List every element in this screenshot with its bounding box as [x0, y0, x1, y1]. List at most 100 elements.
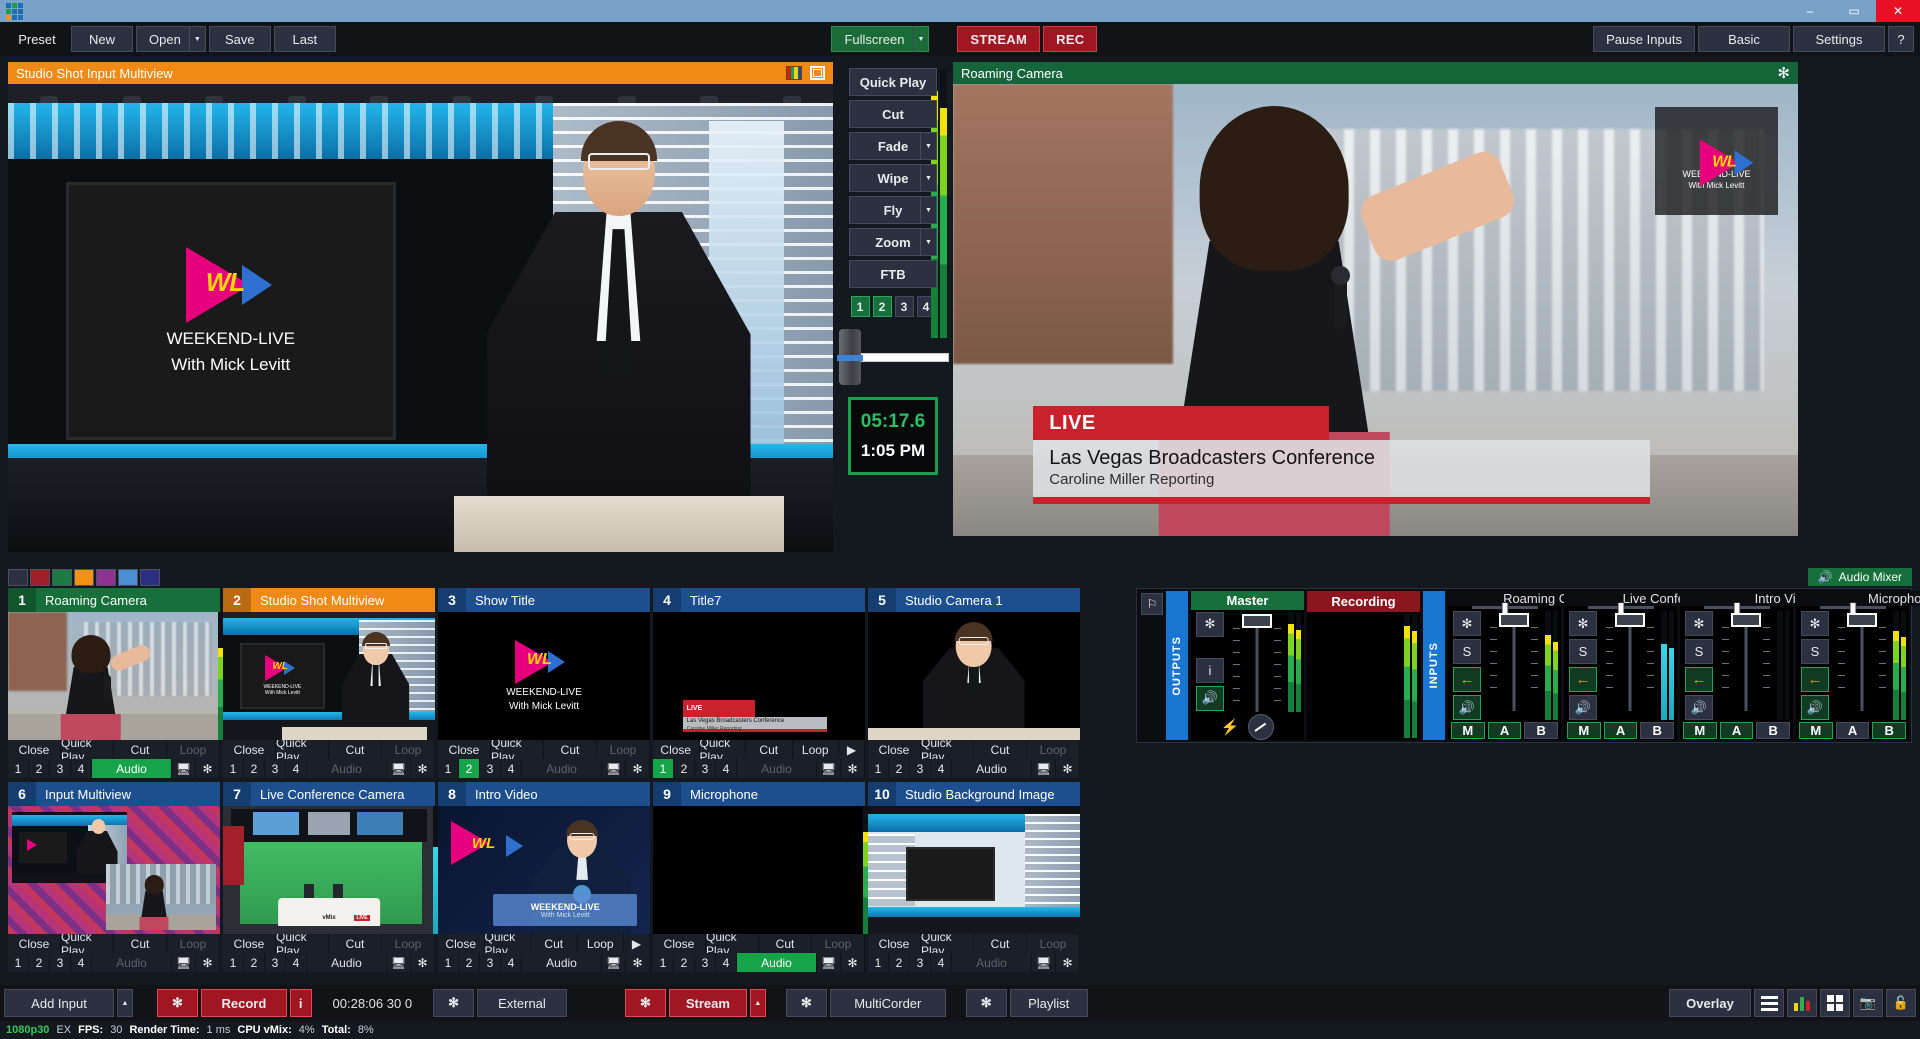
input-close-button[interactable]: Close	[868, 740, 921, 759]
swatch-purple[interactable]	[96, 568, 116, 586]
picture-in-picture[interactable]: WL WEEKEND-LIVE With Mick Levitt	[1655, 106, 1778, 216]
input-slot-1[interactable]: 1	[438, 759, 459, 778]
input-audio-button[interactable]: Audio	[92, 953, 172, 972]
new-button[interactable]: New	[71, 26, 133, 52]
input-8[interactable]: 8 Intro Video WL WEEKEND-LIVE With Mick …	[438, 782, 650, 972]
channel-fader[interactable]	[1604, 613, 1656, 711]
speaker-icon[interactable]: 🔊	[1801, 695, 1829, 720]
input-slot-4[interactable]: 4	[286, 759, 307, 778]
input-slot-1[interactable]: 1	[868, 759, 889, 778]
input-loop-button[interactable]: Loop	[793, 740, 839, 759]
chevron-down-icon[interactable]: ▼	[912, 26, 928, 52]
pin-icon[interactable]: ⚐	[1141, 593, 1163, 615]
bus-arrow-icon[interactable]: ←	[1801, 667, 1829, 692]
fader-area[interactable]	[1831, 611, 1893, 720]
outputs-section-tab[interactable]: OUTPUTS	[1166, 591, 1188, 740]
input-slot-4[interactable]: 4	[501, 759, 522, 778]
input-6[interactable]: 6 Input Multiview Close Quick Play Cut L…	[8, 782, 220, 972]
input-thumbnail[interactable]: WL WEEKEND-LIVE With Mick Levitt	[438, 612, 650, 740]
monitor-icon[interactable]: 🖥	[387, 759, 411, 778]
audio-mixer-toggle[interactable]: 🔊 Audio Mixer	[1807, 568, 1912, 586]
input-slot-1[interactable]: 1	[653, 953, 674, 972]
input-loop-button[interactable]: Loop	[167, 740, 220, 759]
input-thumbnail[interactable]	[653, 806, 865, 934]
input-10[interactable]: 10 Studio Background Image Close Quick P…	[868, 782, 1080, 972]
input-audio-button[interactable]: Audio	[737, 953, 817, 972]
record-settings-gear-icon[interactable]: ✻	[157, 989, 198, 1017]
speaker-icon[interactable]: 🔊	[1453, 695, 1481, 720]
gear-icon[interactable]: ✻	[1453, 611, 1481, 636]
stream-button[interactable]: Stream	[668, 989, 747, 1017]
stream-settings-gear-icon[interactable]: ✻	[624, 989, 666, 1017]
input-slot-4[interactable]: 4	[931, 953, 952, 972]
fader-area[interactable]	[1483, 611, 1545, 720]
input-9[interactable]: 9 Microphone Close Quick Play Cut Loop 1	[653, 782, 869, 972]
input-quickplay-button[interactable]: Quick Play	[921, 930, 974, 958]
program-stage[interactable]: WL WEEKEND-LIVE With Mick Levitt LIVE La…	[953, 84, 1798, 536]
input-slot-2[interactable]: 2	[889, 759, 910, 778]
input-4[interactable]: 4 Title7 LIVE Las Vegas Broadcasters Con…	[653, 588, 865, 778]
input-play-button[interactable]: ▶	[624, 934, 650, 953]
gear-icon[interactable]: ✻	[1196, 611, 1224, 637]
gear-icon[interactable]: ✻	[1685, 611, 1713, 636]
open-button[interactable]: Open ▼	[136, 26, 206, 52]
record-button[interactable]: Record	[200, 989, 287, 1017]
transition-zoom[interactable]: Zoom ▼	[849, 228, 937, 256]
input-close-button[interactable]: Close	[438, 740, 491, 759]
bus-b-button[interactable]: B	[1524, 722, 1559, 739]
transition-ftb[interactable]: FTB	[849, 260, 937, 288]
bus-m-button[interactable]: M	[1451, 722, 1485, 739]
snapshot-icon[interactable]: 📷	[1853, 989, 1883, 1017]
input-slot-2[interactable]: 2	[29, 759, 50, 778]
input-loop-button[interactable]: Loop	[1027, 934, 1080, 953]
fader-handle[interactable]	[1615, 613, 1645, 627]
lock-icon[interactable]: 🔓	[1886, 989, 1916, 1017]
solo-button[interactable]: S	[1685, 639, 1713, 664]
input-quickplay-button[interactable]: Quick Play	[276, 930, 329, 958]
input-1[interactable]: 1 Roaming Camera Close Quick Play Cut Lo…	[8, 588, 224, 778]
input-thumbnail[interactable]: LIVE Las Vegas Broadcasters Conference C…	[653, 612, 865, 740]
bus-a-button[interactable]: A	[1835, 722, 1870, 739]
chevron-down-icon[interactable]: ▼	[920, 133, 936, 159]
input-slot-3[interactable]: 3	[695, 953, 716, 972]
external-button[interactable]: External	[476, 989, 567, 1017]
input-slot-3[interactable]: 3	[910, 759, 931, 778]
input-audio-button[interactable]: Audio	[522, 759, 602, 778]
swatch-orange[interactable]	[74, 568, 94, 586]
input-loop-button[interactable]: Loop	[382, 740, 435, 759]
input-slot-1[interactable]: 1	[868, 953, 889, 972]
clock-display[interactable]: 05:17.6 1:05 PM	[848, 397, 938, 475]
add-input-caret-icon[interactable]: ▲	[117, 989, 133, 1017]
input-slot-1[interactable]: 1	[8, 759, 29, 778]
mixer-strip-microphone[interactable]: Microphone ✻ S ← 🔊	[1796, 591, 1920, 740]
input-thumbnail[interactable]	[868, 806, 1080, 934]
input-5[interactable]: 5 Studio Camera 1 Close Quick Play Cut L…	[868, 588, 1080, 778]
fader-area[interactable]	[1715, 611, 1777, 720]
rec-toggle-button[interactable]: REC	[1043, 26, 1098, 52]
stream-caret-icon[interactable]: ▲	[749, 989, 766, 1017]
input-cut-button[interactable]: Cut	[759, 934, 812, 953]
input-quickplay-button[interactable]: Quick Play	[706, 930, 759, 958]
bus-arrow-icon[interactable]: ←	[1569, 667, 1597, 692]
input-slot-3[interactable]: 3	[480, 759, 501, 778]
gear-icon[interactable]: ✻	[1056, 759, 1080, 778]
gear-icon[interactable]: ✻	[1777, 66, 1790, 81]
settings-button[interactable]: Settings	[1793, 26, 1886, 52]
info-button[interactable]: i	[1196, 657, 1224, 683]
swatch-green[interactable]	[52, 568, 72, 586]
swatch-red[interactable]	[30, 568, 50, 586]
multicorder-settings-gear-icon[interactable]: ✻	[785, 989, 827, 1017]
basic-button[interactable]: Basic	[1698, 26, 1791, 52]
transition-fade[interactable]: Fade ▼	[849, 132, 937, 160]
preview-viewer[interactable]: Studio Shot Input Multiview WL WEEKEND-L…	[8, 62, 833, 566]
input-slot-1[interactable]: 1	[223, 953, 244, 972]
input-cut-button[interactable]: Cut	[531, 934, 578, 953]
transition-slot-1[interactable]: 1	[850, 296, 870, 317]
input-slot-3[interactable]: 3	[910, 953, 931, 972]
input-thumbnail[interactable]	[8, 806, 220, 934]
pause-inputs-button[interactable]: Pause Inputs	[1593, 26, 1696, 52]
gear-icon[interactable]: ✻	[196, 759, 220, 778]
help-button[interactable]: ?	[1888, 26, 1915, 52]
program-viewer[interactable]: Roaming Camera ✻ WL WEEKEND-LIVE With Mi…	[953, 62, 1798, 566]
swatch-blue[interactable]	[118, 568, 138, 586]
